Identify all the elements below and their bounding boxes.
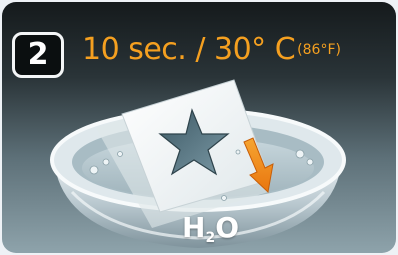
water-label-sub: 2 [205,230,216,246]
duration-temperature: 10 sec. / 30° C (86°F) [82,32,341,67]
step-number: 2 [27,37,49,72]
step-badge: 2 [12,32,64,78]
instruction-panel: 2 10 sec. / 30° C (86°F) H2O [2,2,396,253]
duration-celsius-text: 10 sec. / 30° C [82,32,296,67]
water-label: H2O [182,211,239,246]
water-label-h: H [182,211,206,244]
fahrenheit-text: (86°F) [297,42,341,58]
water-label-o: O [215,211,239,244]
